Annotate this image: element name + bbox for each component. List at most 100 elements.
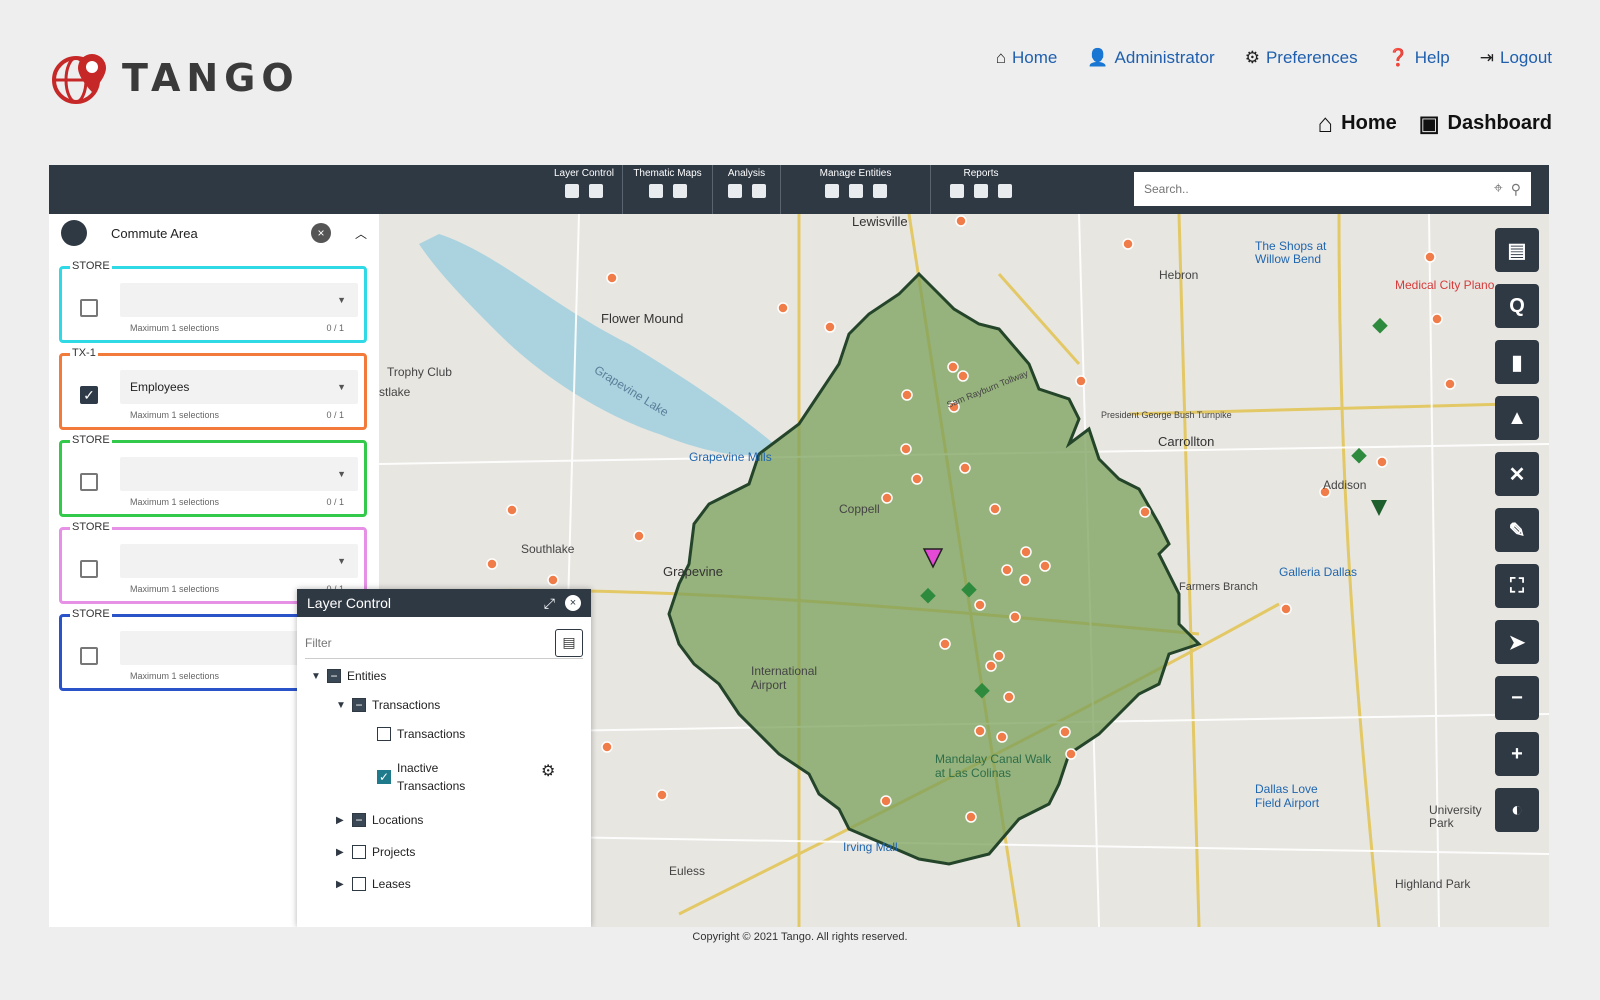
map-label-addison: Addison bbox=[1323, 478, 1367, 492]
close-icon[interactable]: × bbox=[565, 594, 581, 611]
caret-right-icon[interactable]: ▶ bbox=[336, 847, 346, 858]
selection-hint: Maximum 1 selections bbox=[130, 410, 220, 420]
clipboard-icon[interactable]: ▤ bbox=[555, 628, 583, 657]
tree-item-locations[interactable]: ▶ − Locations bbox=[336, 813, 423, 827]
selection-dropdown[interactable]: ▼ bbox=[120, 544, 358, 578]
selection-checkbox[interactable] bbox=[80, 299, 98, 317]
subnav-dashboard[interactable]: ▣ Dashboard bbox=[1419, 111, 1552, 137]
map-label-mandalay-canal: Mandalay Canal Walk at Las Colinas bbox=[935, 752, 1052, 780]
clipboard-icon[interactable]: ▤ bbox=[1495, 228, 1539, 272]
caret-right-icon[interactable]: ▶ bbox=[336, 815, 346, 826]
building-icon[interactable] bbox=[824, 184, 839, 198]
subnav-home-label: Home bbox=[1341, 112, 1397, 134]
subnav-home[interactable]: ⌂ Home bbox=[1317, 108, 1396, 139]
tree-item-transactions[interactable]: Transactions bbox=[377, 727, 465, 741]
map-label-irving-mall: Irving Mall bbox=[843, 840, 898, 854]
chevron-up-icon[interactable]: ︿ bbox=[355, 225, 367, 242]
gear-icon[interactable]: ⚙ bbox=[541, 761, 555, 781]
tree-item-entities[interactable]: ▼ − Entities bbox=[311, 669, 386, 683]
selection-checkbox[interactable] bbox=[80, 560, 98, 578]
map-label-highland-park: Highland Park bbox=[1395, 877, 1471, 891]
layer-control-group-label: Layer Control bbox=[553, 168, 615, 179]
close-icon[interactable]: × bbox=[310, 223, 331, 243]
fullscreen-icon[interactable]: ⛶ bbox=[1495, 564, 1539, 608]
search-input[interactable] bbox=[1144, 182, 1486, 196]
report-card-icon[interactable] bbox=[950, 184, 964, 198]
selection-caption: STORE bbox=[70, 521, 112, 533]
tree-checkbox[interactable] bbox=[377, 727, 391, 741]
selection-checkbox-checked[interactable]: ✓ bbox=[80, 386, 98, 404]
layer-control-window: Layer Control ⤢ × ▤ ▼−Entities ▼−Transac… bbox=[297, 589, 591, 927]
contrast-icon[interactable]: ◐ bbox=[1495, 788, 1539, 832]
layer-list-icon[interactable] bbox=[565, 184, 579, 198]
tree-label: Inactive Transactions bbox=[397, 761, 466, 793]
query-icon[interactable]: Q bbox=[1495, 284, 1539, 328]
nav-home[interactable]: ⌂ Home bbox=[996, 48, 1058, 68]
map-label-shops-willow-bend: The Shops at Willow Bend bbox=[1255, 239, 1327, 266]
brush-icon[interactable]: ✎ bbox=[1495, 508, 1539, 552]
tree-checkbox-partial[interactable]: − bbox=[327, 669, 341, 683]
nav-help[interactable]: ❓ Help bbox=[1388, 48, 1450, 68]
print-icon[interactable] bbox=[998, 184, 1012, 198]
layer-control-header: Layer Control ⤢ × bbox=[297, 589, 591, 617]
people-icon[interactable] bbox=[872, 184, 887, 198]
zoom-out-icon[interactable]: − bbox=[1495, 676, 1539, 720]
document-icon[interactable] bbox=[974, 184, 988, 198]
layer-control-title: Layer Control bbox=[307, 595, 392, 611]
tree-item-inactive-transactions[interactable]: ✓ Inactive Transactions bbox=[377, 759, 487, 795]
selection-hint: Maximum 1 selections bbox=[130, 671, 220, 681]
store-icon[interactable] bbox=[848, 184, 863, 198]
nav-preferences[interactable]: ⚙ Preferences bbox=[1245, 48, 1358, 68]
manage-entities-group: Manage Entities bbox=[781, 165, 931, 214]
selection-checkbox[interactable] bbox=[80, 473, 98, 491]
selection-box-store-2: STORE ▼ Maximum 1 selections 0 / 1 bbox=[59, 434, 367, 517]
tree-checkbox-partial[interactable]: − bbox=[352, 813, 366, 827]
nav-logout-label: Logout bbox=[1500, 48, 1552, 67]
tree-item-transactions-group[interactable]: ▼ − Transactions bbox=[336, 698, 440, 712]
locate-icon[interactable]: ⌖ bbox=[1494, 180, 1503, 198]
tree-item-projects[interactable]: ▶ Projects bbox=[336, 845, 415, 859]
tools-icon[interactable]: ✕ bbox=[1495, 452, 1539, 496]
expand-icon[interactable]: ⤢ bbox=[544, 595, 555, 612]
home-icon: ⌂ bbox=[1317, 108, 1334, 138]
thematic-map-icon[interactable] bbox=[648, 184, 663, 198]
tree-label: Transactions bbox=[372, 698, 441, 712]
home-icon: ⌂ bbox=[995, 48, 1007, 67]
tree-checkbox[interactable] bbox=[352, 877, 366, 891]
caret-down-icon: ▼ bbox=[337, 295, 346, 305]
layers-icon[interactable] bbox=[589, 184, 603, 198]
shapes-icon[interactable]: ▲ bbox=[1495, 396, 1539, 440]
commute-analysis-icon[interactable] bbox=[727, 184, 742, 198]
reports-group: Reports bbox=[931, 165, 1031, 214]
tree-item-leases[interactable]: ▶ Leases bbox=[336, 877, 411, 891]
selection-dropdown[interactable]: ▼ bbox=[120, 283, 358, 317]
search-icon[interactable]: ⚲ bbox=[1511, 181, 1521, 198]
zoom-in-icon[interactable]: + bbox=[1495, 732, 1539, 776]
gears-icon: ⚙ bbox=[1244, 48, 1260, 67]
selection-box-tx-1: TX-1 ✓ Employees ▼ Maximum 1 selections 0… bbox=[59, 347, 367, 430]
selection-checkbox[interactable] bbox=[80, 647, 98, 665]
nav-administrator[interactable]: 👤 Administrator bbox=[1087, 48, 1214, 68]
panel-header: Commute Area × ︿ bbox=[49, 214, 379, 252]
brand-name: TANGO bbox=[122, 56, 300, 100]
selection-dropdown[interactable]: Employees ▼ bbox=[120, 370, 358, 404]
navigate-icon[interactable]: ➤ bbox=[1495, 620, 1539, 664]
nav-logout[interactable]: ⇥ Logout bbox=[1480, 48, 1552, 68]
caret-down-icon[interactable]: ▼ bbox=[311, 671, 321, 682]
tree-checkbox[interactable] bbox=[352, 845, 366, 859]
bookmark-icon[interactable]: ▮ bbox=[1495, 340, 1539, 384]
traffic-icon[interactable] bbox=[751, 184, 766, 198]
analysis-group: Analysis bbox=[713, 165, 781, 214]
tango-logo[interactable]: TANGO bbox=[50, 50, 300, 106]
caret-right-icon[interactable]: ▶ bbox=[336, 879, 346, 890]
filter-input[interactable] bbox=[305, 635, 505, 650]
caret-down-icon: ▼ bbox=[337, 469, 346, 479]
caret-down-icon[interactable]: ▼ bbox=[336, 700, 346, 711]
tree-checkbox-partial[interactable]: − bbox=[352, 698, 366, 712]
sliders-icon[interactable] bbox=[672, 184, 687, 198]
map-label-international-airport: International Airport bbox=[751, 664, 818, 692]
tree-checkbox-checked[interactable]: ✓ bbox=[377, 770, 391, 784]
tree-label: Locations bbox=[372, 813, 424, 827]
selection-dropdown[interactable]: ▼ bbox=[120, 457, 358, 491]
map-label-euless: Euless bbox=[669, 864, 706, 878]
